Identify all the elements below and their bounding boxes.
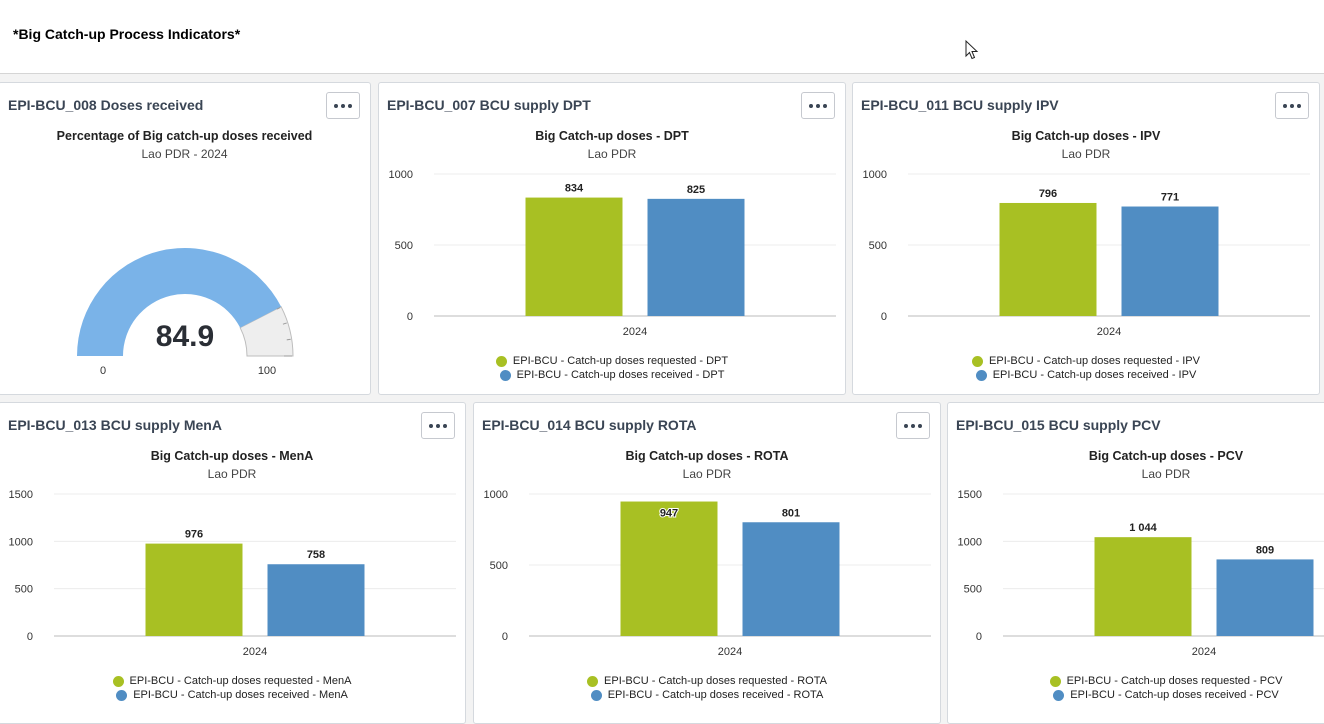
page-title: *Big Catch-up Process Indicators* — [13, 26, 241, 42]
bar-received — [1216, 559, 1314, 636]
legend-swatch — [972, 355, 984, 367]
bar-requested — [999, 202, 1097, 316]
y-tick-label: 500 — [964, 584, 982, 596]
bar-received — [742, 522, 840, 636]
x-tick-label: 2024 — [1192, 646, 1216, 658]
y-tick-label: 1500 — [958, 489, 982, 501]
mouse-cursor-icon — [965, 39, 979, 60]
gauge-max-label: 100 — [258, 365, 276, 377]
x-tick-label: 2024 — [718, 646, 742, 658]
legend-swatch — [495, 355, 507, 367]
x-tick-label: 2024 — [243, 646, 267, 658]
legend-item-requested[interactable]: EPI-BCU - Catch-up doses requested - IPV — [853, 354, 1319, 368]
bar-received — [267, 564, 365, 636]
y-tick-label: 0 — [881, 311, 887, 323]
gauge-tick — [286, 338, 291, 341]
data-label: 771 — [1161, 192, 1179, 204]
legend-swatch — [112, 675, 124, 687]
data-label: 947 — [660, 508, 678, 520]
chart-legend: EPI-BCU - Catch-up doses requested - ROT… — [474, 674, 940, 702]
legend-label: EPI-BCU - Catch-up doses requested - PCV — [1066, 675, 1283, 687]
bar-card-pcv: EPI-BCU_015 BCU supply PCV Big Catch-up … — [947, 402, 1324, 724]
legend-label: EPI-BCU - Catch-up doses received - IPV — [992, 369, 1197, 381]
chart-legend: EPI-BCU - Catch-up doses requested - DPT… — [379, 354, 845, 382]
y-tick-label: 0 — [407, 311, 413, 323]
legend-item-received[interactable]: EPI-BCU - Catch-up doses received - IPV — [853, 368, 1319, 382]
legend-label: EPI-BCU - Catch-up doses received - MenA — [133, 689, 348, 701]
y-tick-label: 0 — [976, 631, 982, 643]
gauge-card-doses-received: EPI-BCU_008 Doses received Percentage of… — [0, 82, 371, 395]
y-tick-label: 500 — [869, 240, 887, 252]
legend-item-requested[interactable]: EPI-BCU - Catch-up doses requested - PCV — [948, 674, 1324, 688]
legend-label: EPI-BCU - Catch-up doses received - DPT — [516, 369, 725, 381]
legend-swatch — [116, 689, 128, 701]
legend-swatch — [1049, 675, 1061, 687]
chart-legend: EPI-BCU - Catch-up doses requested - IPV… — [853, 354, 1319, 382]
legend-swatch — [587, 675, 599, 687]
legend-swatch — [590, 689, 602, 701]
legend-item-requested[interactable]: EPI-BCU - Catch-up doses requested - Men… — [0, 674, 465, 688]
legend-item-received[interactable]: EPI-BCU - Catch-up doses received - MenA — [0, 688, 465, 702]
bar-card-mena: EPI-BCU_013 BCU supply MenA Big Catch-up… — [0, 402, 466, 724]
bar-requested — [620, 501, 718, 636]
y-tick-label: 500 — [15, 584, 33, 596]
legend-item-received[interactable]: EPI-BCU - Catch-up doses received - PCV — [948, 688, 1324, 702]
y-tick-label: 1000 — [9, 536, 33, 548]
legend-label: EPI-BCU - Catch-up doses requested - Men… — [129, 675, 352, 687]
x-tick-label: 2024 — [1097, 326, 1121, 338]
y-tick-label: 1000 — [863, 169, 887, 181]
legend-swatch — [975, 369, 987, 381]
legend-item-received[interactable]: EPI-BCU - Catch-up doses received - ROTA — [474, 688, 940, 702]
bar-card-rota: EPI-BCU_014 BCU supply ROTA Big Catch-up… — [473, 402, 941, 724]
bar-received — [647, 198, 745, 316]
legend-item-requested[interactable]: EPI-BCU - Catch-up doses requested - DPT — [379, 354, 845, 368]
gauge-chart: 84.9 0 100 — [77, 247, 294, 377]
y-tick-label: 1500 — [9, 489, 33, 501]
data-label: 825 — [687, 184, 705, 196]
legend-label: EPI-BCU - Catch-up doses requested - IPV — [989, 355, 1200, 367]
legend-swatch — [1053, 689, 1065, 701]
chart-legend: EPI-BCU - Catch-up doses requested - Men… — [0, 674, 465, 702]
bar-chart: 0 500 1000 796 771 2024 — [863, 169, 1310, 338]
bar-requested — [145, 543, 243, 636]
data-label: 809 — [1256, 544, 1274, 556]
gauge-min-label: 0 — [100, 365, 106, 377]
y-tick-label: 500 — [490, 560, 508, 572]
y-tick-label: 500 — [395, 240, 413, 252]
bar-requested — [525, 197, 623, 316]
legend-label: EPI-BCU - Catch-up doses requested - DPT — [512, 355, 729, 367]
data-label: 796 — [1039, 188, 1057, 200]
legend-label: EPI-BCU - Catch-up doses received - ROTA — [607, 689, 824, 701]
legend-label: EPI-BCU - Catch-up doses requested - ROT… — [604, 675, 827, 687]
legend-swatch — [499, 369, 511, 381]
y-tick-label: 1000 — [484, 489, 508, 501]
legend-label: EPI-BCU - Catch-up doses received - PCV — [1070, 689, 1279, 701]
bar-requested — [1094, 537, 1192, 636]
y-tick-label: 0 — [502, 631, 508, 643]
data-label: 976 — [185, 529, 203, 541]
x-tick-label: 2024 — [623, 326, 647, 338]
chart-legend: EPI-BCU - Catch-up doses requested - PCV… — [948, 674, 1324, 702]
data-label: 758 — [307, 549, 325, 561]
bar-card-ipv: EPI-BCU_011 BCU supply IPV Big Catch-up … — [852, 82, 1320, 395]
y-tick-label: 1000 — [389, 169, 413, 181]
data-label: 801 — [782, 507, 800, 519]
gauge-value: 84.9 — [156, 320, 214, 353]
bar-received — [1121, 206, 1219, 316]
data-label: 834 — [565, 183, 584, 195]
legend-item-requested[interactable]: EPI-BCU - Catch-up doses requested - ROT… — [474, 674, 940, 688]
bar-card-dpt: EPI-BCU_007 BCU supply DPT Big Catch-up … — [378, 82, 846, 395]
y-tick-label: 0 — [27, 631, 33, 643]
y-tick-label: 1000 — [958, 536, 982, 548]
legend-item-received[interactable]: EPI-BCU - Catch-up doses received - DPT — [379, 368, 845, 382]
data-label: 1 044 — [1129, 522, 1157, 534]
bar-chart: 0 500 1000 834 825 2024 — [389, 169, 836, 338]
dashboard-header: *Big Catch-up Process Indicators* — [0, 0, 1324, 74]
